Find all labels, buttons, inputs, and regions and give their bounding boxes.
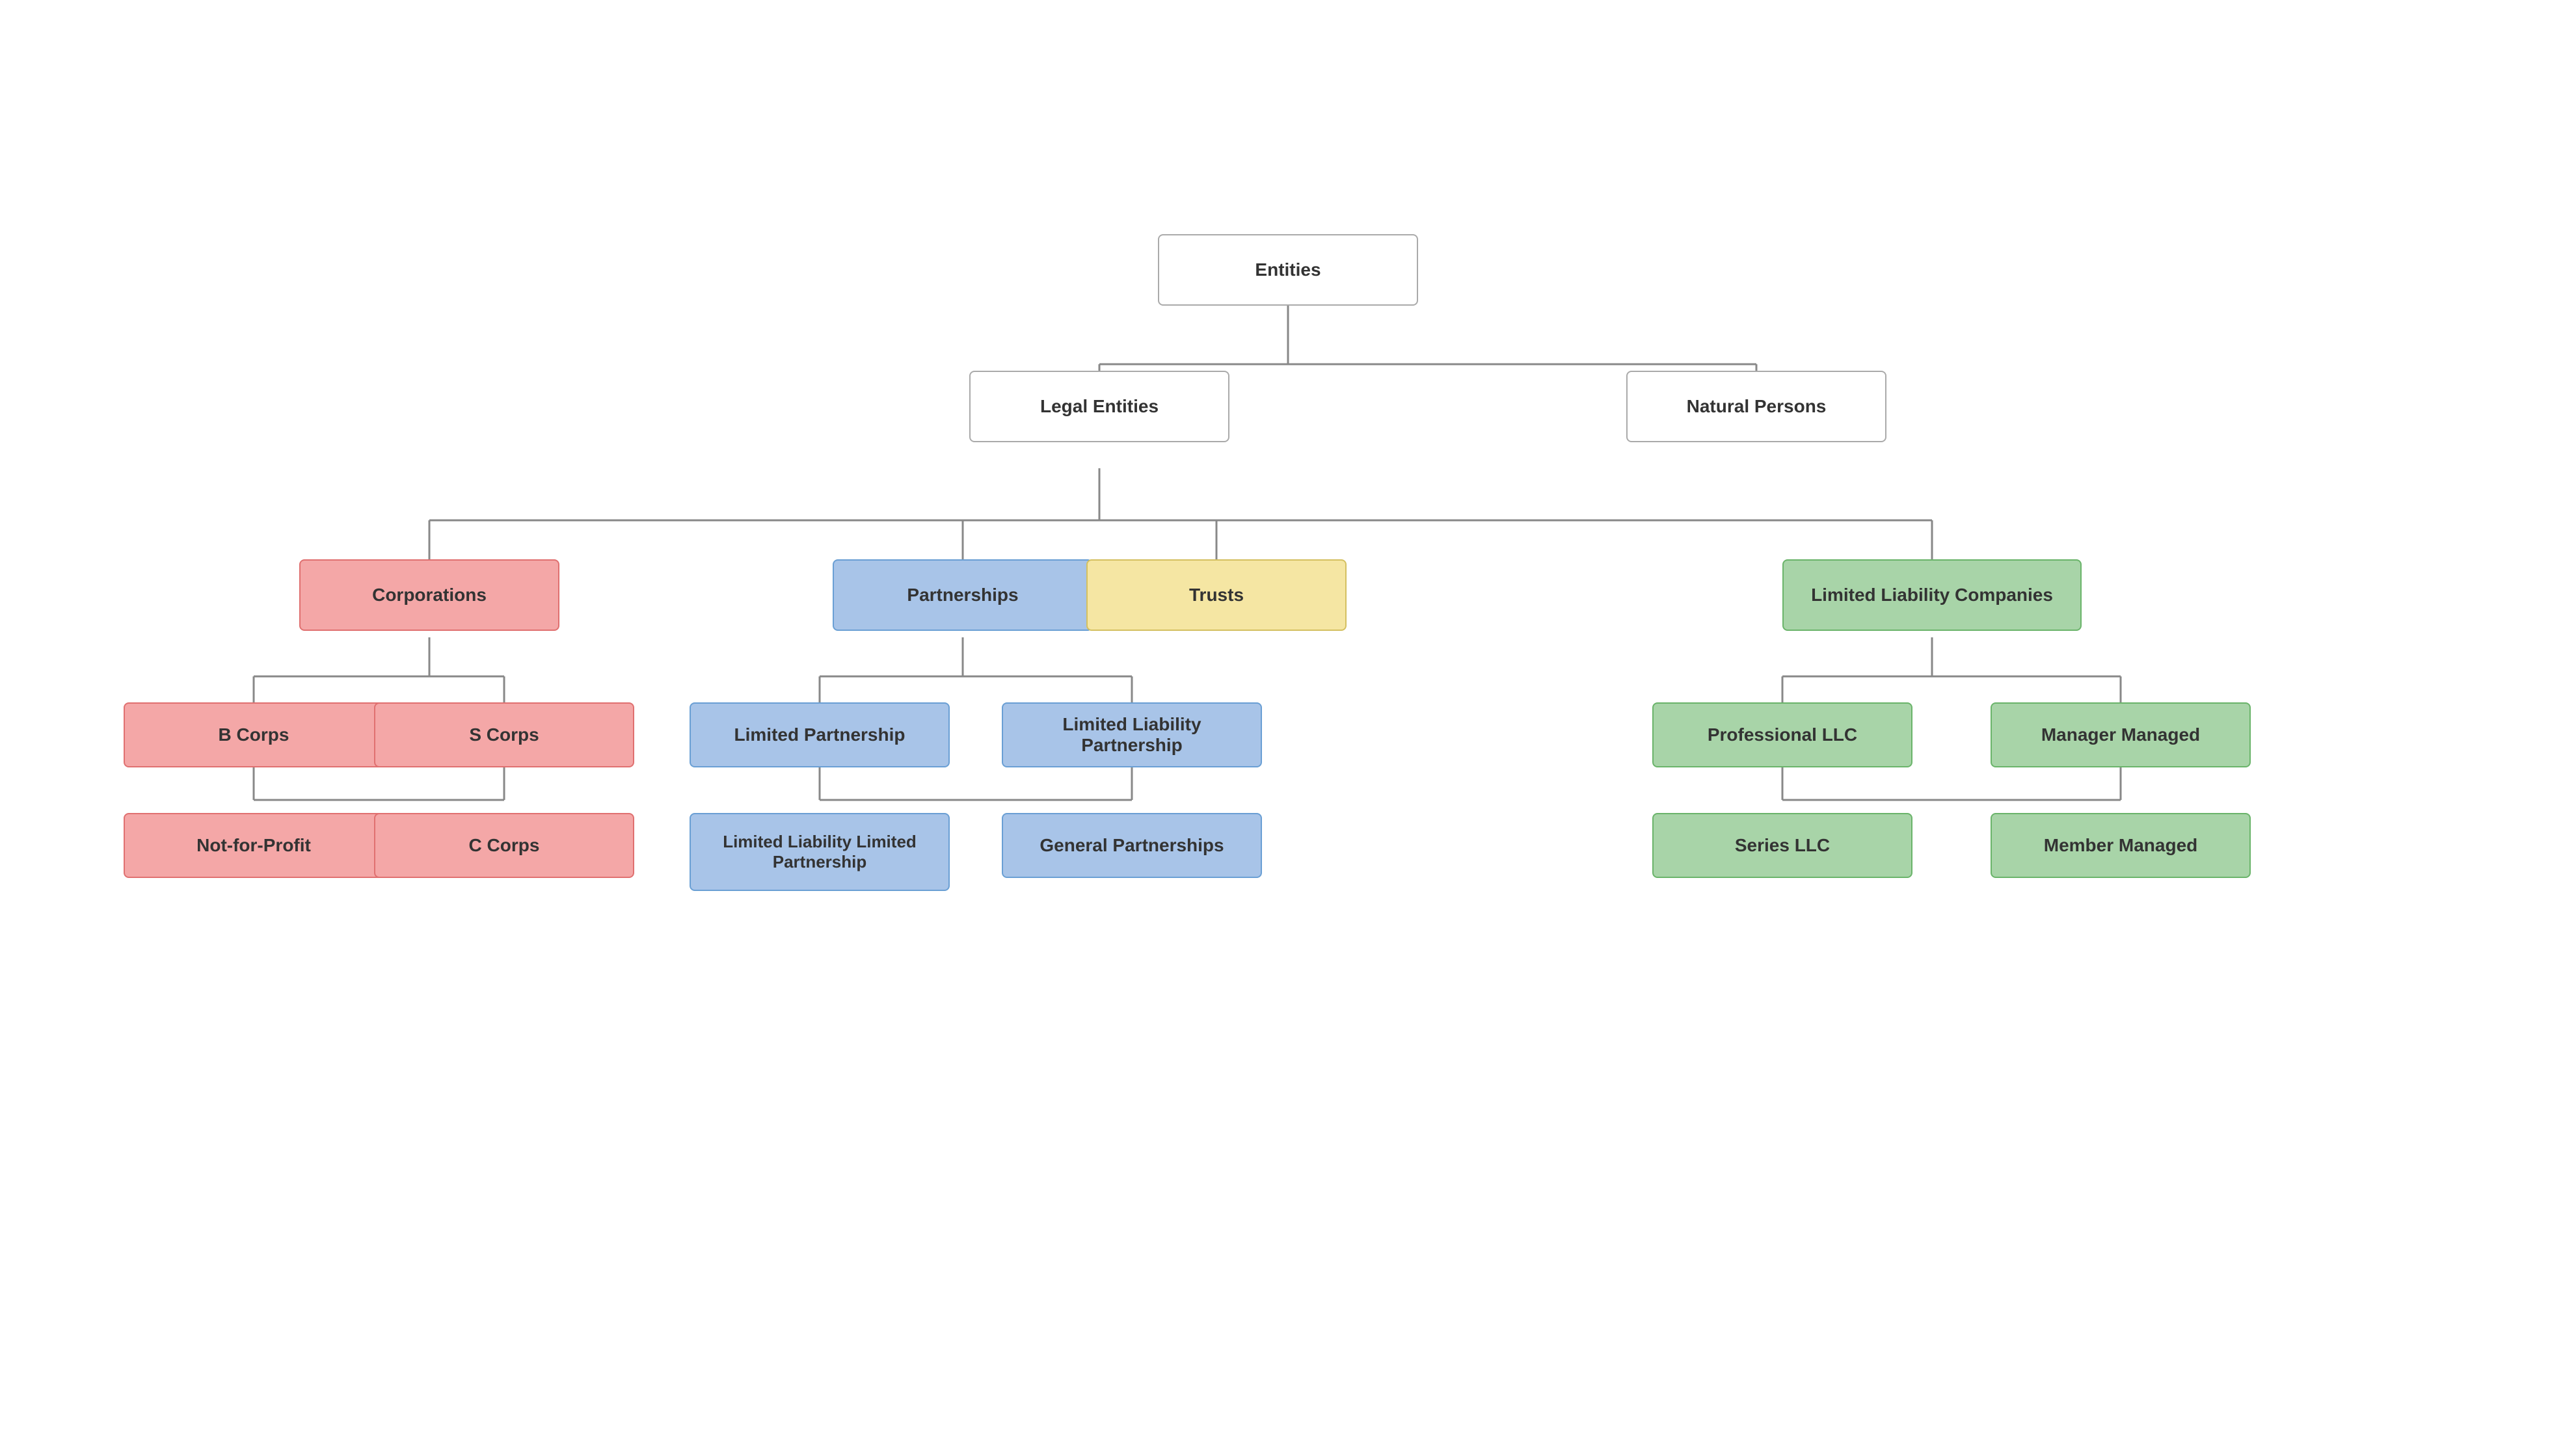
- node-llc: Limited Liability Companies: [1782, 559, 2082, 631]
- node-corporations: Corporations: [299, 559, 559, 631]
- node-llp: Limited Liability Partnership: [1002, 702, 1262, 767]
- node-c-corps: C Corps: [374, 813, 634, 878]
- node-general-partnerships: General Partnerships: [1002, 813, 1262, 878]
- node-trusts: Trusts: [1086, 559, 1347, 631]
- chart-container: Entities Legal Entities Natural Persons …: [0, 0, 2576, 1449]
- node-entities: Entities: [1158, 234, 1418, 306]
- node-legal-entities: Legal Entities: [969, 371, 1229, 442]
- node-partnerships: Partnerships: [833, 559, 1093, 631]
- node-not-for-profit: Not-for-Profit: [124, 813, 384, 878]
- node-member-managed: Member Managed: [1991, 813, 2251, 878]
- node-s-corps: S Corps: [374, 702, 634, 767]
- node-manager-managed: Manager Managed: [1991, 702, 2251, 767]
- node-natural-persons: Natural Persons: [1626, 371, 1886, 442]
- node-lllp: Limited Liability Limited Partnership: [690, 813, 950, 891]
- node-b-corps: B Corps: [124, 702, 384, 767]
- node-series-llc: Series LLC: [1652, 813, 1912, 878]
- node-professional-llc: Professional LLC: [1652, 702, 1912, 767]
- node-limited-partnership: Limited Partnership: [690, 702, 950, 767]
